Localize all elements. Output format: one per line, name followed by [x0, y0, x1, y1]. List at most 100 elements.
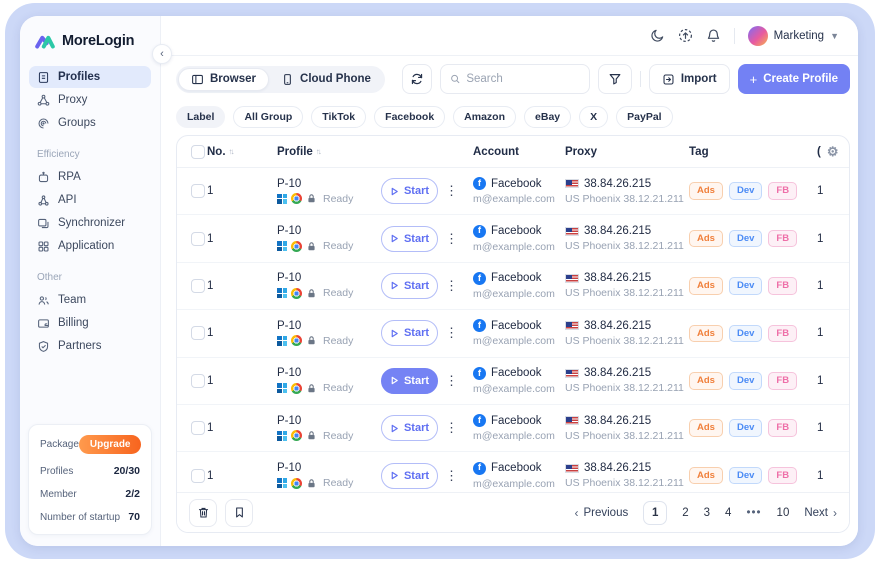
us-flag-icon — [565, 227, 579, 236]
page-ellipsis[interactable]: ••• — [746, 507, 761, 519]
chevron-left-icon: ‹ — [574, 506, 578, 520]
us-flag-icon — [565, 179, 579, 188]
delete-button[interactable] — [189, 499, 217, 527]
start-button[interactable]: Start — [381, 273, 438, 299]
refresh-button[interactable] — [402, 64, 432, 94]
tag-chip: FB — [768, 419, 797, 437]
theme-toggle-button[interactable] — [650, 28, 665, 43]
filter-chip-tiktok[interactable]: TikTok — [311, 106, 366, 128]
row-checkbox[interactable] — [191, 469, 205, 483]
account-cell: fFacebook m@example.com — [473, 225, 565, 253]
row-menu-icon[interactable]: ⋮ — [445, 325, 473, 341]
profile-name: P-10 — [277, 415, 381, 427]
filter-chip-facebook[interactable]: Facebook — [374, 106, 445, 128]
tab-cloud-phone[interactable]: Cloud Phone — [269, 68, 383, 91]
account-menu[interactable]: Marketing ▼ — [748, 26, 839, 46]
table-row[interactable]: 1 P-10 Ready Start ⋮ fFacebook m@example… — [177, 263, 849, 310]
row-menu-icon[interactable]: ⋮ — [445, 278, 473, 294]
row-menu-icon[interactable]: ⋮ — [445, 183, 473, 199]
page-2[interactable]: 2 — [682, 507, 688, 519]
bookmark-button[interactable] — [225, 499, 253, 527]
sidebar-item-partners[interactable]: Partners — [29, 335, 151, 357]
create-profile-button[interactable]: + Create Profile — [738, 64, 850, 94]
tag-chip: FB — [768, 277, 797, 295]
account-platform: Facebook — [491, 272, 542, 284]
row-menu-icon[interactable]: ⋮ — [445, 231, 473, 247]
sidebar-item-api[interactable]: API — [29, 189, 151, 211]
row-menu-icon[interactable]: ⋮ — [445, 420, 473, 436]
filter-chip-paypal[interactable]: PayPal — [616, 106, 672, 128]
page-1-active[interactable]: 1 — [643, 501, 667, 525]
page-10[interactable]: 10 — [777, 507, 790, 519]
profile-cell: P-10 Ready — [277, 462, 381, 489]
column-settings-gear-icon[interactable]: ⚙ — [827, 145, 839, 158]
tag-chips: AdsDevFB — [689, 372, 817, 390]
upgrade-button[interactable]: Upgrade — [79, 435, 142, 454]
top-bar: Marketing ▼ — [161, 16, 858, 56]
sidebar-item-proxy[interactable]: Proxy — [29, 89, 151, 111]
tab-browser[interactable]: Browser — [178, 68, 269, 91]
page-4[interactable]: 4 — [725, 507, 731, 519]
table-row[interactable]: 1 P-10 Ready Start ⋮ fFacebook m@example… — [177, 452, 849, 492]
table-row[interactable]: 1 P-10 Ready Start ⋮ fFacebook m@example… — [177, 310, 849, 357]
next-page-button[interactable]: Next› — [804, 506, 837, 520]
page-3[interactable]: 3 — [704, 507, 710, 519]
start-button[interactable]: Start — [381, 320, 438, 346]
tag-chips: AdsDevFB — [689, 277, 817, 295]
package-member-value: 2/2 — [125, 488, 140, 500]
row-checkbox[interactable] — [191, 374, 205, 388]
sort-icon[interactable]: ↑↓ — [229, 148, 233, 156]
notifications-button[interactable] — [706, 28, 721, 43]
filter-chip-all-group[interactable]: All Group — [233, 106, 303, 128]
table-row[interactable]: 1 P-10 Ready Start ⋮ fFacebook m@example… — [177, 168, 849, 215]
sidebar-item-billing[interactable]: Billing — [29, 312, 151, 334]
next-label: Next — [804, 507, 828, 519]
start-button[interactable]: Start — [381, 368, 438, 394]
extra-cell: 1 — [817, 327, 849, 339]
row-checkbox[interactable] — [191, 326, 205, 340]
chrome-icon — [291, 288, 302, 299]
table-row[interactable]: 1 P-10 Ready Start ⋮ fFacebook m@example… — [177, 215, 849, 262]
account-platform: Facebook — [491, 462, 542, 474]
sidebar-item-application[interactable]: Application — [29, 235, 151, 257]
start-button[interactable]: Start — [381, 463, 438, 489]
filter-chip-x[interactable]: X — [579, 106, 608, 128]
row-checkbox[interactable] — [191, 184, 205, 198]
start-button[interactable]: Start — [381, 226, 438, 252]
import-button[interactable]: Import — [649, 64, 730, 94]
account-cell: fFacebook m@example.com — [473, 177, 565, 205]
sidebar-item-synchronizer[interactable]: Synchronizer — [29, 212, 151, 234]
morelogin-logo-icon — [34, 31, 56, 50]
sidebar-collapse-button[interactable]: ‹ — [152, 44, 172, 64]
start-button[interactable]: Start — [381, 415, 438, 441]
filter-chip-amazon[interactable]: Amazon — [453, 106, 516, 128]
search-input[interactable] — [466, 73, 580, 85]
download-center-button[interactable] — [678, 28, 693, 43]
filter-chip-ebay[interactable]: eBay — [524, 106, 571, 128]
start-button[interactable]: Start — [381, 178, 438, 204]
table-row[interactable]: 1 P-10 Ready Start ⋮ fFacebook m@example… — [177, 358, 849, 405]
row-checkbox[interactable] — [191, 232, 205, 246]
proxy-ip: 38.84.26.215 — [584, 462, 651, 474]
sidebar-item-team[interactable]: Team — [29, 289, 151, 311]
row-number: 1 — [207, 280, 277, 292]
row-checkbox[interactable] — [191, 421, 205, 435]
play-icon — [390, 187, 399, 196]
sidebar-item-groups[interactable]: Groups — [29, 112, 151, 134]
table-row[interactable]: 1 P-10 Ready Start ⋮ fFacebook m@example… — [177, 405, 849, 452]
account-email: m@example.com — [473, 383, 565, 395]
row-checkbox[interactable] — [191, 279, 205, 293]
windows-icon — [277, 478, 287, 488]
sidebar-item-profiles[interactable]: Profiles — [29, 66, 151, 88]
row-number: 1 — [207, 185, 277, 197]
sidebar-item-label: Team — [58, 294, 86, 306]
row-menu-icon[interactable]: ⋮ — [445, 468, 473, 484]
previous-page-button[interactable]: ‹Previous — [574, 506, 628, 520]
filter-chip-label[interactable]: Label — [176, 106, 225, 128]
row-menu-icon[interactable]: ⋮ — [445, 373, 473, 389]
filter-button[interactable] — [598, 64, 632, 94]
proxy-location: US Phoenix 38.12.21.211 — [565, 430, 689, 442]
sort-icon[interactable]: ↑↓ — [316, 148, 320, 156]
sidebar-item-rpa[interactable]: RPA — [29, 166, 151, 188]
select-all-checkbox[interactable] — [191, 145, 205, 159]
